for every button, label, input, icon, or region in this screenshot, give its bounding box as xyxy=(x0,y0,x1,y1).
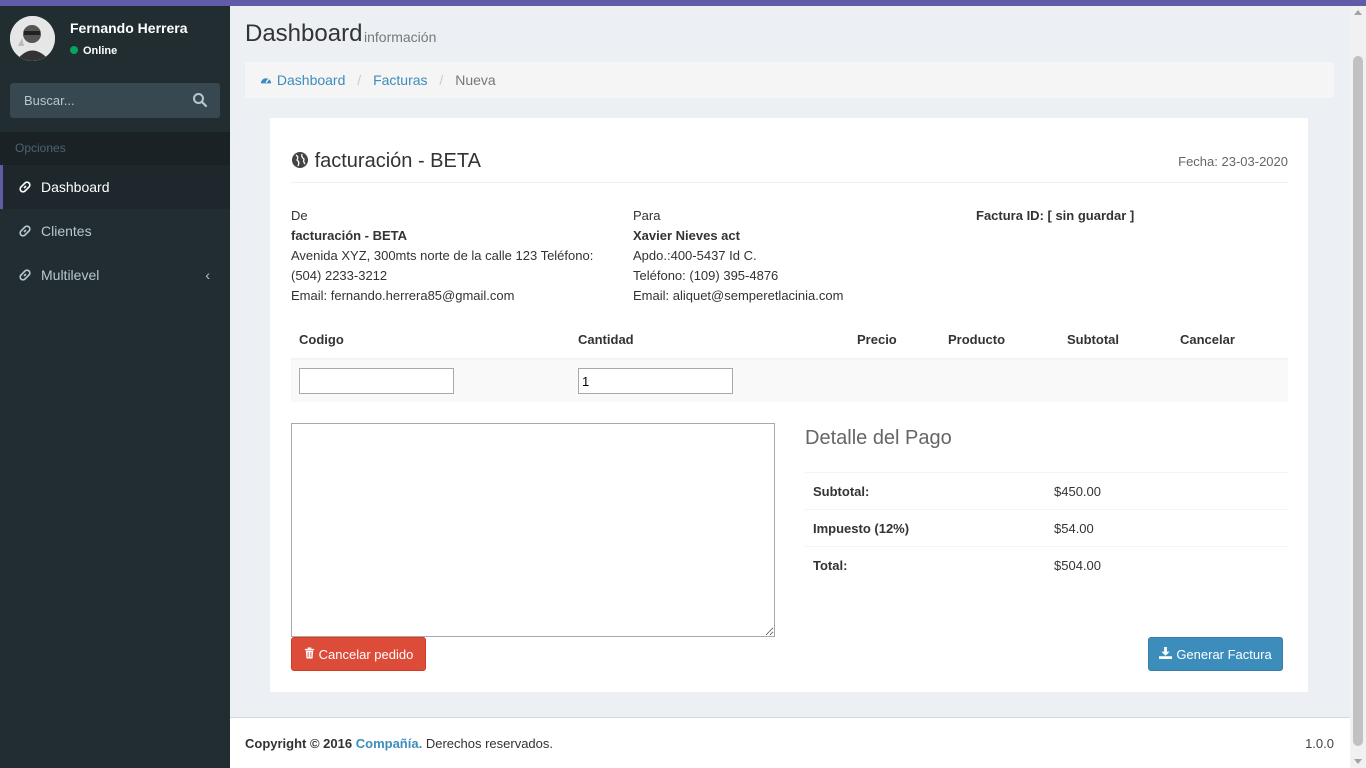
from-email: Email: fernando.herrera85@gmail.com xyxy=(291,288,515,303)
table-cell xyxy=(291,359,570,402)
invoice-title-text: facturación - BETA xyxy=(314,150,481,172)
cancel-order-label: Cancelar pedido xyxy=(318,646,414,662)
download-icon xyxy=(1159,646,1173,662)
table-cell xyxy=(849,359,940,402)
sidebar-item-label: Dashboard xyxy=(41,179,110,195)
breadcrumb-separator: / xyxy=(357,72,362,88)
table-row xyxy=(291,359,1288,402)
user-avatar xyxy=(10,16,55,61)
table-row: Impuesto (12%) $54.00 xyxy=(805,509,1288,547)
sidebar-item-label: Multilevel xyxy=(41,267,100,283)
invoice-id: Factura ID: [ sin guardar ] xyxy=(976,208,1135,223)
page-subtitle: información xyxy=(364,29,437,45)
dashboard-icon xyxy=(259,72,277,88)
notes-textarea[interactable] xyxy=(291,423,775,637)
payment-detail-title: Detalle del Pago xyxy=(805,427,952,449)
to-address: Apdo.:400-5437 Id C. xyxy=(633,248,757,263)
breadcrumb-current: Nueva xyxy=(455,72,496,88)
sidebar-item-multilevel[interactable]: Multilevel ‹ xyxy=(0,253,230,297)
total-value: $504.00 xyxy=(1046,546,1288,584)
search-icon[interactable] xyxy=(192,92,208,108)
page-scrollbar[interactable] xyxy=(1350,6,1366,768)
table-cell xyxy=(940,359,1059,402)
company-link[interactable]: Compañía. xyxy=(356,736,422,751)
invoice-date: Fecha: 23-03-2020 xyxy=(1178,154,1288,169)
total-label: Total: xyxy=(805,546,1046,584)
search-input[interactable] xyxy=(10,83,185,118)
to-email: Email: aliquet@semperetlacinia.com xyxy=(633,288,844,303)
breadcrumb-separator: / xyxy=(439,72,444,88)
table-row: Subtotal: $450.00 xyxy=(805,472,1288,510)
sidebar-section-header: Opciones xyxy=(0,132,230,165)
user-panel: Fernando Herrera Online xyxy=(0,6,230,72)
generate-invoice-button[interactable]: Generar Factura xyxy=(1148,637,1283,671)
address-to: Para Xavier Nieves act Apdo.:400-5437 Id… xyxy=(633,206,953,306)
sidebar-menu: Dashboard Clientes Multilevel ‹ xyxy=(0,165,230,297)
sidebar-item-label: Clientes xyxy=(41,223,92,239)
subtotal-value: $450.00 xyxy=(1046,472,1288,510)
address-from: De facturación - BETA Avenida XYZ, 300mt… xyxy=(291,206,611,306)
globe-icon xyxy=(291,150,315,172)
breadcrumb-facturas[interactable]: Facturas xyxy=(373,72,427,88)
scroll-up-icon[interactable] xyxy=(1354,10,1362,15)
generate-invoice-label: Generar Factura xyxy=(1176,646,1272,662)
sidebar-search xyxy=(10,83,220,118)
user-status: Online xyxy=(70,45,117,57)
sidebar: Fernando Herrera Online Opciones Dashboa… xyxy=(0,6,230,768)
to-label: Para xyxy=(633,208,661,223)
from-company: facturación - BETA xyxy=(291,228,408,243)
to-phone: Teléfono: (109) 395-4876 xyxy=(633,268,779,283)
user-name: Fernando Herrera xyxy=(70,20,188,36)
tax-value: $54.00 xyxy=(1046,509,1288,547)
chevron-left-icon: ‹ xyxy=(205,267,210,283)
tax-label: Impuesto (12%) xyxy=(805,509,1046,547)
rights-text: Derechos reservados. xyxy=(425,736,553,751)
table-cell xyxy=(1059,359,1172,402)
table-cell xyxy=(570,359,849,402)
payment-table: Subtotal: $450.00 Impuesto (12%) $54.00 … xyxy=(805,472,1288,584)
trash-icon xyxy=(304,647,315,662)
subtotal-label: Subtotal: xyxy=(805,472,1046,510)
footer: Copyright © 2016 Compañía. Derechos rese… xyxy=(230,717,1350,768)
invoice-title: facturación - BETA xyxy=(291,150,481,173)
from-phone: (504) 2233-3212 xyxy=(291,268,388,283)
link-icon xyxy=(18,180,32,194)
sidebar-item-dashboard[interactable]: Dashboard xyxy=(0,165,230,209)
breadcrumb: Dashboard / Facturas / Nueva xyxy=(245,62,1334,98)
link-icon xyxy=(18,224,32,238)
table-header-row: Codigo Cantidad Precio Producto Subtotal… xyxy=(291,321,1288,360)
breadcrumb-home-label: Dashboard xyxy=(276,72,346,88)
invoice-items-table: Codigo Cantidad Precio Producto Subtotal… xyxy=(291,321,1288,402)
table-row: Total: $504.00 xyxy=(805,546,1288,584)
to-name: Xavier Nieves act xyxy=(633,228,740,243)
sidebar-item-clientes[interactable]: Clientes xyxy=(0,209,230,253)
column-header: Producto xyxy=(940,321,1059,360)
online-status-icon xyxy=(70,46,78,54)
column-header: Subtotal xyxy=(1059,321,1172,360)
from-label: De xyxy=(291,208,308,223)
page-title: Dashboard xyxy=(245,20,363,47)
divider xyxy=(291,182,1288,183)
cantidad-input[interactable] xyxy=(578,368,733,394)
column-header: Codigo xyxy=(291,321,570,360)
version-label: 1.0.0 xyxy=(1305,736,1334,751)
breadcrumb-home[interactable]: Dashboard xyxy=(259,72,345,88)
codigo-input[interactable] xyxy=(299,368,454,394)
copyright-text: Copyright © 2016 xyxy=(245,736,353,751)
invoice-panel: facturación - BETA Fecha: 23-03-2020 De … xyxy=(270,118,1308,692)
from-address: Avenida XYZ, 300mts norte de la calle 12… xyxy=(291,248,594,263)
scroll-thumb[interactable] xyxy=(1353,56,1363,746)
scroll-down-icon[interactable] xyxy=(1354,759,1362,764)
table-cell xyxy=(1172,359,1288,402)
link-icon xyxy=(18,268,32,282)
user-status-label: Online xyxy=(83,45,118,57)
cancel-order-button[interactable]: Cancelar pedido xyxy=(291,637,426,671)
column-header: Cantidad xyxy=(570,321,849,360)
column-header: Cancelar xyxy=(1172,321,1288,360)
column-header: Precio xyxy=(849,321,940,360)
